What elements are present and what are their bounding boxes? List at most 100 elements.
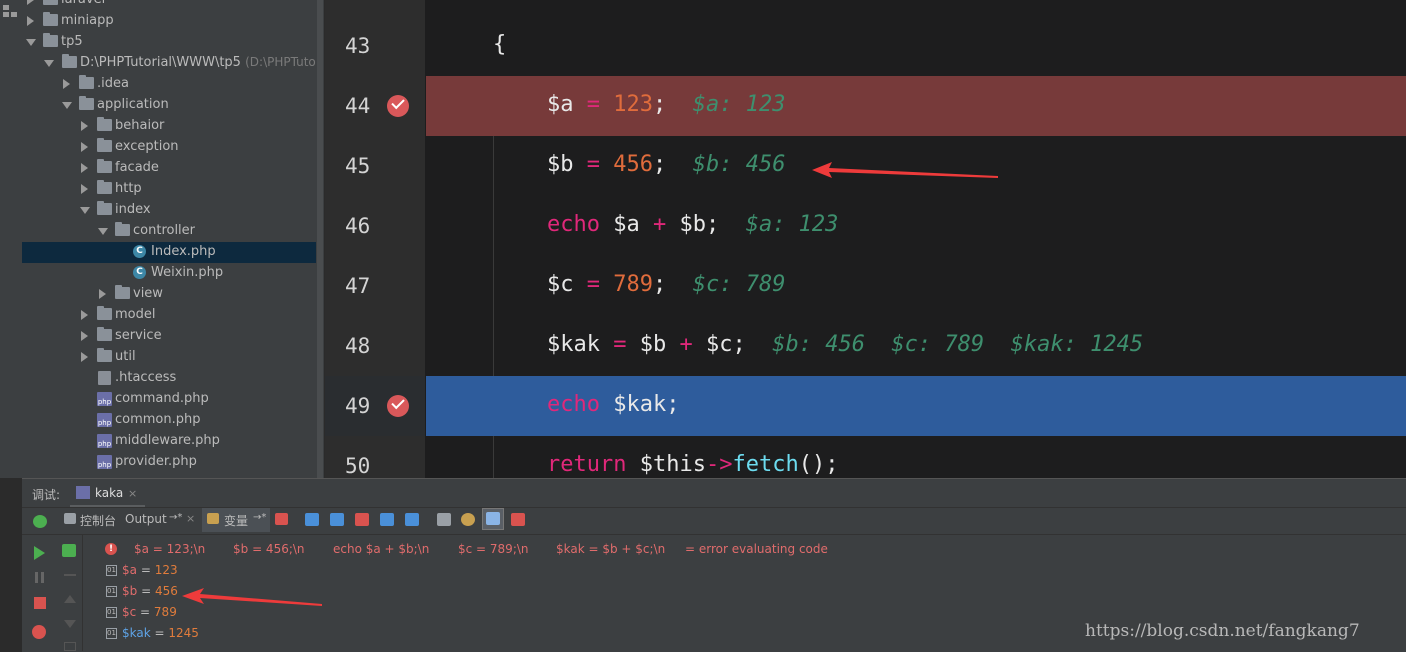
- mute-breakpoints-icon[interactable]: [511, 513, 525, 526]
- chevron-right-icon[interactable]: [81, 352, 88, 362]
- code-line-48[interactable]: 48 $kak = $b + $c; $b: 456 $c: 789 $kak:…: [325, 316, 1406, 376]
- tree-item-weixin-php[interactable]: C Weixin.php: [22, 263, 324, 284]
- variable-icon: 01: [106, 607, 117, 618]
- step-over-icon[interactable]: [305, 513, 319, 526]
- chevron-right-icon[interactable]: [81, 121, 88, 131]
- line-number: 45: [345, 154, 371, 178]
- view-breakpoints-icon[interactable]: [32, 625, 46, 639]
- project-structure-icon[interactable]: [3, 4, 18, 18]
- step-into-icon[interactable]: [330, 513, 344, 526]
- breakpoint-icon[interactable]: [387, 395, 409, 417]
- chevron-right-icon[interactable]: [63, 79, 70, 89]
- error-icon: !: [105, 543, 117, 555]
- chevron-right-icon[interactable]: [27, 16, 34, 26]
- tree-item-root-path[interactable]: D:\PHPTutorial\WWW\tp5 (D:\PHPTutorial\: [22, 53, 324, 74]
- pin-icon[interactable]: →*: [253, 512, 266, 523]
- code-text: echo $kak;: [547, 392, 679, 417]
- variable-row[interactable]: 01 $a = 123: [105, 562, 405, 583]
- variable-equals: =: [136, 605, 154, 619]
- code-line-49[interactable]: 49 echo $kak;: [325, 376, 1406, 436]
- move-up-icon[interactable]: [64, 595, 76, 603]
- tree-item-label: view: [133, 286, 163, 301]
- chevron-right-icon[interactable]: [81, 163, 88, 173]
- tree-item-idea[interactable]: .idea: [22, 74, 324, 95]
- tree-item-behaior[interactable]: behaior: [22, 116, 324, 137]
- code-line-43[interactable]: 43 {: [325, 16, 1406, 76]
- variable-value: 1245: [168, 626, 199, 640]
- chevron-down-icon[interactable]: [98, 228, 108, 235]
- tree-item-model[interactable]: model: [22, 305, 324, 326]
- watch-icon[interactable]: [461, 513, 475, 526]
- tree-item-label: exception: [115, 139, 179, 154]
- copy-icon[interactable]: [64, 642, 76, 651]
- stop-icon[interactable]: [34, 597, 46, 609]
- run-to-cursor-icon[interactable]: [405, 513, 419, 526]
- tree-item-common-php[interactable]: php common.php: [22, 410, 324, 431]
- code-operator: =: [573, 92, 614, 117]
- tree-item-util[interactable]: util: [22, 347, 324, 368]
- chevron-right-icon[interactable]: [81, 331, 88, 341]
- inline-value-hint: $a: 123: [745, 212, 839, 237]
- remove-watch-icon[interactable]: [64, 574, 76, 576]
- chevron-right-icon[interactable]: [27, 0, 34, 5]
- close-icon[interactable]: ×: [186, 512, 195, 525]
- tree-item-miniapp[interactable]: miniapp: [22, 11, 324, 32]
- folder-icon: [97, 348, 112, 362]
- tree-item-command-php[interactable]: php command.php: [22, 389, 324, 410]
- tree-item-service[interactable]: service: [22, 326, 324, 347]
- code-var: $c: [547, 272, 574, 297]
- show-execution-point-icon[interactable]: [275, 513, 288, 525]
- tree-item-label: model: [115, 307, 156, 322]
- variable-row[interactable]: 01 $kak = 1245: [105, 625, 405, 646]
- step-out-icon[interactable]: [380, 513, 394, 526]
- rerun-icon[interactable]: [33, 515, 47, 528]
- tree-item-facade[interactable]: facade: [22, 158, 324, 179]
- pause-icon[interactable]: [35, 572, 38, 583]
- tree-item-htaccess[interactable]: .htaccess: [22, 368, 324, 389]
- move-down-icon[interactable]: [64, 620, 76, 628]
- new-watch-icon[interactable]: [62, 544, 76, 557]
- code-text: $c = 789; $c: 789: [547, 272, 785, 297]
- watch-error-row[interactable]: ! $a = 123;\n $b = 456;\n echo $a + $b;\…: [105, 541, 1395, 562]
- code-line-46[interactable]: 46 echo $a + $b; $a: 123: [325, 196, 1406, 256]
- evaluate-expression-icon[interactable]: [437, 513, 451, 526]
- tree-item-provider-php[interactable]: php provider.php: [22, 452, 324, 473]
- tree-item-view[interactable]: view: [22, 284, 324, 305]
- tree-item-controller[interactable]: controller: [22, 221, 324, 242]
- tree-item-index[interactable]: index: [22, 200, 324, 221]
- php-class-icon: C: [133, 245, 146, 258]
- chevron-down-icon[interactable]: [62, 102, 72, 109]
- php-file-icon: php: [97, 392, 112, 406]
- chevron-down-icon[interactable]: [80, 207, 90, 214]
- breakpoint-icon[interactable]: [387, 95, 409, 117]
- line-number: 46: [345, 214, 371, 238]
- code-line-47[interactable]: 47 $c = 789; $c: 789: [325, 256, 1406, 316]
- chevron-right-icon[interactable]: [81, 184, 88, 194]
- tree-item-http[interactable]: http: [22, 179, 324, 200]
- tab-console[interactable]: 控制台: [80, 512, 116, 529]
- tree-item-index-php[interactable]: C Index.php: [22, 242, 324, 263]
- tree-item-label: service: [115, 328, 162, 343]
- tree-item-laravel[interactable]: laravel: [22, 0, 324, 11]
- code-line-44[interactable]: 44 $a = 123; $a: 123: [325, 76, 1406, 136]
- resume-icon[interactable]: [34, 546, 45, 560]
- chevron-right-icon[interactable]: [99, 289, 106, 299]
- tree-item-middleware-php[interactable]: php middleware.php: [22, 431, 324, 452]
- chevron-down-icon[interactable]: [44, 60, 54, 67]
- chevron-down-icon[interactable]: [26, 39, 36, 46]
- force-step-into-icon[interactable]: [355, 513, 369, 526]
- tree-item-tp5[interactable]: tp5: [22, 32, 324, 53]
- tree-item-exception[interactable]: exception: [22, 137, 324, 158]
- tree-item-label: facade: [115, 160, 159, 175]
- close-icon[interactable]: ×: [128, 487, 137, 500]
- tab-output[interactable]: Output: [125, 512, 167, 526]
- chevron-right-icon[interactable]: [81, 310, 88, 320]
- pin-icon[interactable]: →*: [169, 512, 182, 523]
- tree-scrollbar-thumb[interactable]: [317, 0, 323, 478]
- code-text: $b = 456; $b: 456: [547, 152, 785, 177]
- annotation-arrow-editor: [812, 162, 998, 178]
- inline-value-hint: $b: 456: [692, 152, 786, 177]
- folder-icon: [43, 33, 58, 47]
- chevron-right-icon[interactable]: [81, 142, 88, 152]
- tree-item-application[interactable]: application: [22, 95, 324, 116]
